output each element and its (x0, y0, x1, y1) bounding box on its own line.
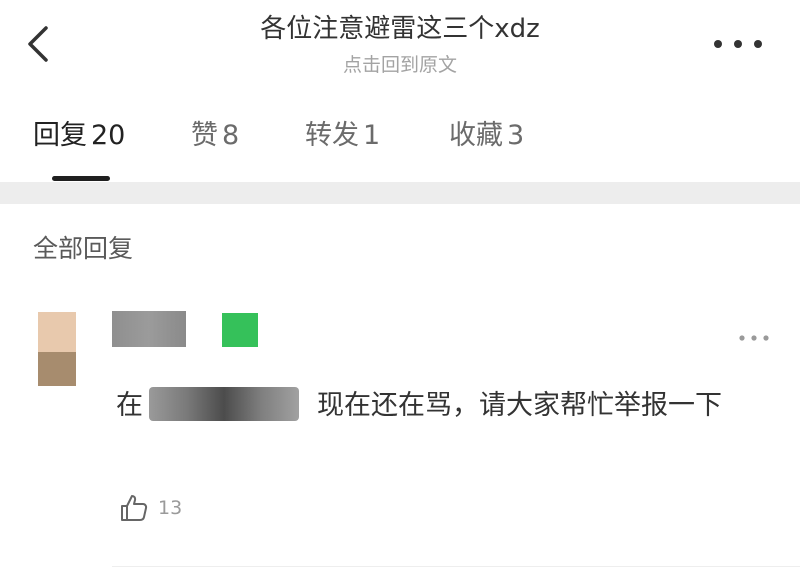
level-badge (222, 313, 258, 347)
tab-label: 回复 (33, 120, 87, 151)
comment-more-button[interactable] (736, 328, 772, 348)
tab-count: 8 (222, 120, 240, 151)
avatar-top (38, 312, 76, 352)
more-dots-icon (739, 335, 769, 341)
page-title: 各位注意避雷这三个xdz (260, 14, 540, 44)
avatar[interactable] (38, 312, 76, 386)
tab-likes[interactable]: 赞8 (191, 118, 239, 154)
divider (112, 566, 800, 567)
reply-page: 各位注意避雷这三个xdz 点击回到原文 回复 20 赞8 转发 1 收藏 3 全部回复 (0, 0, 800, 570)
comment-text-after: 现在还在骂，请大家帮忙举报一下 (317, 390, 722, 421)
header: 各位注意避雷这三个xdz 点击回到原文 (0, 0, 800, 90)
redacted-name (149, 386, 299, 421)
active-tab-indicator (52, 176, 110, 181)
thumbs-up-icon (121, 495, 148, 521)
tab-favorites[interactable]: 收藏 3 (449, 118, 524, 154)
tab-replies[interactable]: 回复 20 (33, 118, 125, 154)
more-button[interactable] (706, 26, 770, 62)
tab-reposts[interactable]: 转发 1 (305, 118, 380, 154)
back-button[interactable] (18, 22, 62, 66)
tab-count: 20 (91, 120, 126, 151)
comment-text: 在 现在还在骂，请大家帮忙举报一下 (116, 378, 766, 434)
back-to-original-link[interactable]: 点击回到原文 (250, 52, 550, 78)
back-arrow-icon (28, 26, 48, 62)
section-title: 全部回复 (33, 234, 134, 263)
tab-label: 收藏 (449, 120, 503, 151)
section-divider (0, 182, 800, 204)
tab-count: 1 (363, 120, 381, 151)
more-dots-icon (714, 40, 762, 48)
comment-item: 在 现在还在骂，请大家帮忙举报一下 13 (0, 300, 800, 570)
tab-count: 3 (507, 120, 525, 151)
tab-label: 转发 (305, 120, 359, 151)
like-button[interactable]: 13 (118, 492, 182, 524)
comment-text-before: 在 (116, 390, 143, 421)
tab-label: 赞 (191, 120, 218, 151)
username-redacted[interactable] (112, 311, 186, 347)
avatar-bottom (38, 352, 76, 386)
like-count: 13 (158, 497, 183, 519)
tab-bar: 回复 20 赞8 转发 1 收藏 3 (0, 100, 800, 181)
